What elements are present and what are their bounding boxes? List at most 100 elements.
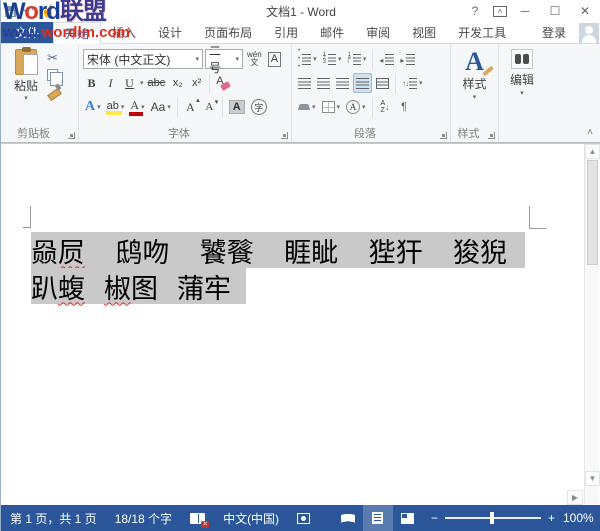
sign-in-button[interactable]: 登录 xyxy=(531,22,577,43)
document-canvas[interactable]: 赑屃 鸱吻 饕餮 睚眦 狴犴 狻猊 趴蝮 椒图 蒲牢 ▲ ▼ ▶ xyxy=(1,143,600,505)
word-bian[interactable]: 狴犴 xyxy=(369,231,423,270)
numbering-button[interactable]: 123 ▾ xyxy=(321,49,344,69)
distribute-button[interactable] xyxy=(374,73,391,93)
bullets-button[interactable]: ••• ▾ xyxy=(296,49,319,69)
align-left-button[interactable] xyxy=(296,73,313,93)
font-size-combobox[interactable]: 二号 ▾ xyxy=(205,49,243,69)
help-button[interactable]: ? xyxy=(463,2,487,20)
word-bafu[interactable]: 趴蝮 xyxy=(31,267,85,306)
ribbon-display-options-icon[interactable]: ˄ xyxy=(493,6,507,17)
cut-icon[interactable]: ✂ xyxy=(47,50,60,66)
word-count-status[interactable]: 18/18 个字 xyxy=(106,505,181,531)
word-suanni[interactable]: 狻猊 xyxy=(453,231,507,270)
tab-home[interactable]: 开始 xyxy=(53,22,101,44)
paragraph-dialog-launcher-icon[interactable] xyxy=(440,132,447,139)
paste-dropdown-icon[interactable]: ▾ xyxy=(24,94,28,102)
font-size-dropdown-icon[interactable]: ▾ xyxy=(232,55,239,63)
zoom-slider[interactable] xyxy=(445,517,541,519)
styles-dialog-launcher-icon[interactable] xyxy=(488,132,495,139)
decrease-indent-button[interactable]: ◂ xyxy=(377,49,396,69)
font-name-combobox[interactable]: 宋体 (中文正文) ▾ xyxy=(83,49,203,69)
word-yazi[interactable]: 睚眦 xyxy=(284,231,338,270)
tab-developer[interactable]: 开发工具 xyxy=(447,22,517,43)
font-dialog-launcher-icon[interactable] xyxy=(281,132,288,139)
character-border-button[interactable]: A xyxy=(266,49,283,69)
close-button[interactable]: ✕ xyxy=(573,2,597,20)
borders-button[interactable]: ▾ xyxy=(320,97,343,117)
word-chiwen[interactable]: 鸱吻 xyxy=(115,231,169,270)
shading-button[interactable]: ▾ xyxy=(296,97,318,117)
text-line-2[interactable]: 趴蝮 椒图 蒲牢 xyxy=(31,268,246,304)
word-taotie[interactable]: 饕餮 xyxy=(200,231,254,270)
editing-button[interactable]: 编辑▾ xyxy=(501,49,543,97)
underline-dropdown-icon[interactable]: ▾ xyxy=(140,79,144,87)
italic-button[interactable]: I xyxy=(102,73,119,93)
tab-file[interactable]: 文件 xyxy=(1,22,53,43)
clipboard-dialog-launcher-icon[interactable] xyxy=(68,132,75,139)
enclose-characters-button[interactable]: 字 xyxy=(249,97,269,117)
bold-button[interactable]: B xyxy=(83,73,100,93)
user-avatar[interactable] xyxy=(579,23,599,43)
styles-button[interactable]: A 样式▾ xyxy=(453,49,496,101)
zoom-in-button[interactable]: + xyxy=(548,511,555,525)
font-color-button[interactable]: A▾ xyxy=(128,97,146,117)
text-highlight-button[interactable]: ab▾ xyxy=(105,97,127,117)
phonetic-guide-button[interactable]: wén 文 xyxy=(245,49,264,69)
character-shading-button[interactable]: A xyxy=(227,97,247,117)
document-text[interactable]: 赑屃 鸱吻 饕餮 睚眦 狴犴 狻猊 趴蝮 椒图 蒲牢 xyxy=(31,232,525,305)
scroll-down-icon[interactable]: ▼ xyxy=(585,471,600,486)
maximize-button[interactable]: ☐ xyxy=(543,2,567,20)
scroll-up-icon[interactable]: ▲ xyxy=(585,144,600,159)
line-spacing-button[interactable]: ↑↓▾ xyxy=(400,73,425,93)
subscript-button[interactable]: x₂ xyxy=(169,73,186,93)
scroll-right-icon[interactable]: ▶ xyxy=(567,490,583,505)
read-mode-button[interactable] xyxy=(333,505,363,531)
strikethrough-button[interactable]: abc xyxy=(146,73,168,93)
tab-mailings[interactable]: 邮件 xyxy=(309,22,355,43)
superscript-button[interactable]: x² xyxy=(188,73,205,93)
word-bixi[interactable]: 赑屃 xyxy=(31,231,85,270)
language-status[interactable]: 中文(中国) xyxy=(214,505,288,531)
macro-record-status[interactable] xyxy=(288,505,319,531)
print-layout-button[interactable] xyxy=(363,505,393,531)
proofing-status[interactable] xyxy=(181,505,214,531)
zoom-slider-thumb[interactable] xyxy=(490,512,494,524)
text-line-1[interactable]: 赑屃 鸱吻 饕餮 睚眦 狴犴 狻猊 xyxy=(31,232,525,268)
tab-references[interactable]: 引用 xyxy=(263,22,309,43)
justify-button[interactable] xyxy=(353,73,372,93)
clear-formatting-button[interactable] xyxy=(214,73,232,93)
multilevel-list-button[interactable]: 1ai ▾ xyxy=(345,49,368,69)
font-name-dropdown-icon[interactable]: ▾ xyxy=(192,55,199,63)
show-hide-marks-button[interactable]: ¶ xyxy=(396,97,413,117)
word-pulao[interactable]: 蒲牢 xyxy=(177,267,231,306)
web-layout-button[interactable] xyxy=(393,505,423,531)
group-styles: A 样式▾ 样式 xyxy=(451,44,499,142)
increase-indent-button[interactable]: ▸ xyxy=(398,49,417,69)
collapse-ribbon-icon[interactable]: ˄ xyxy=(587,127,593,138)
underline-button[interactable]: U xyxy=(121,73,138,93)
vertical-scrollbar[interactable]: ▲ ▼ xyxy=(584,144,599,504)
zoom-out-button[interactable]: − xyxy=(431,511,438,525)
tab-view[interactable]: 视图 xyxy=(401,22,447,43)
page-number-status[interactable]: 第 1 页，共 1 页 xyxy=(1,505,106,531)
paste-button[interactable]: 粘贴 ▾ xyxy=(7,49,45,102)
change-case-button[interactable]: Aa▾ xyxy=(149,97,173,117)
tab-insert[interactable]: 插入 xyxy=(101,22,147,43)
align-right-button[interactable] xyxy=(334,73,351,93)
zoom-level[interactable]: 100% xyxy=(563,511,600,525)
sort-button[interactable]: AZ↓ xyxy=(377,97,394,117)
tab-design[interactable]: 设计 xyxy=(147,22,193,43)
tab-page-layout[interactable]: 页面布局 xyxy=(193,22,263,43)
minimize-button[interactable]: ─ xyxy=(513,2,537,20)
text-effects-button[interactable]: A▾ xyxy=(83,97,103,117)
copy-icon[interactable] xyxy=(47,69,58,81)
align-center-button[interactable] xyxy=(315,73,332,93)
editing-button-label: 编辑 xyxy=(510,71,534,88)
scrollbar-thumb[interactable] xyxy=(587,160,598,265)
format-painter-icon[interactable] xyxy=(47,84,60,97)
asian-layout-button[interactable]: A▾ xyxy=(344,97,368,117)
grow-font-button[interactable]: A xyxy=(182,97,199,117)
tab-review[interactable]: 审阅 xyxy=(355,22,401,43)
shrink-font-button[interactable]: A xyxy=(201,97,218,117)
word-jiaotu[interactable]: 椒图 xyxy=(104,267,158,306)
